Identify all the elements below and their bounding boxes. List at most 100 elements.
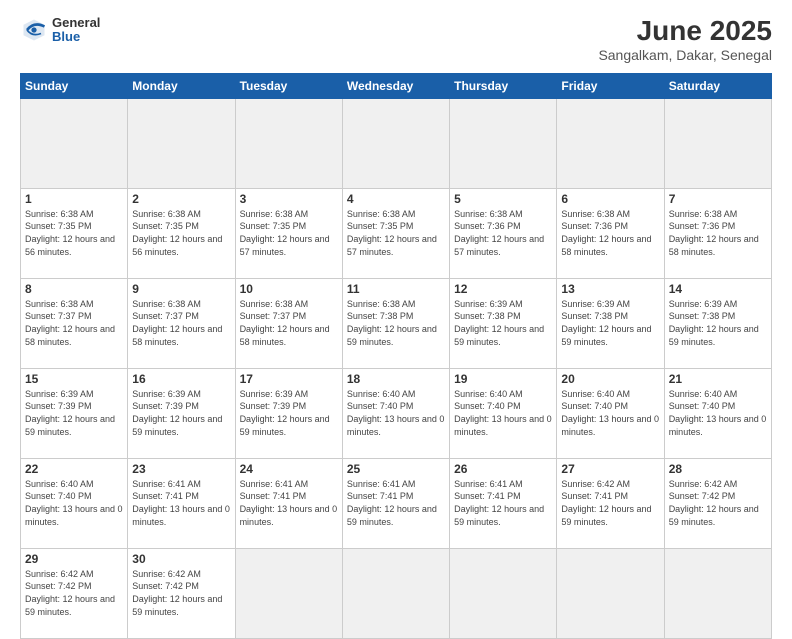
day-info: Sunrise: 6:40 AMSunset: 7:40 PMDaylight:… [669,389,767,437]
day-number: 12 [454,282,552,296]
table-row [450,98,557,188]
table-row: 22 Sunrise: 6:40 AMSunset: 7:40 PMDaylig… [21,458,128,548]
day-info: Sunrise: 6:39 AMSunset: 7:38 PMDaylight:… [561,299,651,347]
table-row: 20 Sunrise: 6:40 AMSunset: 7:40 PMDaylig… [557,368,664,458]
table-row: 25 Sunrise: 6:41 AMSunset: 7:41 PMDaylig… [342,458,449,548]
day-number: 10 [240,282,338,296]
day-number: 14 [669,282,767,296]
table-row: 16 Sunrise: 6:39 AMSunset: 7:39 PMDaylig… [128,368,235,458]
col-friday: Friday [557,73,664,98]
table-row: 26 Sunrise: 6:41 AMSunset: 7:41 PMDaylig… [450,458,557,548]
day-info: Sunrise: 6:39 AMSunset: 7:39 PMDaylight:… [240,389,330,437]
table-row: 6 Sunrise: 6:38 AMSunset: 7:36 PMDayligh… [557,188,664,278]
day-number: 25 [347,462,445,476]
table-row: 30 Sunrise: 6:42 AMSunset: 7:42 PMDaylig… [128,548,235,638]
table-row: 1 Sunrise: 6:38 AMSunset: 7:35 PMDayligh… [21,188,128,278]
day-info: Sunrise: 6:40 AMSunset: 7:40 PMDaylight:… [347,389,445,437]
day-number: 1 [25,192,123,206]
table-row: 28 Sunrise: 6:42 AMSunset: 7:42 PMDaylig… [664,458,771,548]
table-row [342,98,449,188]
table-row: 8 Sunrise: 6:38 AMSunset: 7:37 PMDayligh… [21,278,128,368]
day-info: Sunrise: 6:38 AMSunset: 7:36 PMDaylight:… [454,209,544,257]
day-info: Sunrise: 6:42 AMSunset: 7:42 PMDaylight:… [132,569,222,617]
day-number: 6 [561,192,659,206]
day-number: 4 [347,192,445,206]
table-row: 24 Sunrise: 6:41 AMSunset: 7:41 PMDaylig… [235,458,342,548]
title-area: June 2025 Sangalkam, Dakar, Senegal [598,16,772,63]
table-row: 19 Sunrise: 6:40 AMSunset: 7:40 PMDaylig… [450,368,557,458]
table-row [664,98,771,188]
table-row: 21 Sunrise: 6:40 AMSunset: 7:40 PMDaylig… [664,368,771,458]
day-info: Sunrise: 6:39 AMSunset: 7:38 PMDaylight:… [669,299,759,347]
day-number: 21 [669,372,767,386]
logo-general: General [52,16,100,30]
day-info: Sunrise: 6:38 AMSunset: 7:38 PMDaylight:… [347,299,437,347]
calendar-week-row: 1 Sunrise: 6:38 AMSunset: 7:35 PMDayligh… [21,188,772,278]
table-row [342,548,449,638]
col-sunday: Sunday [21,73,128,98]
day-info: Sunrise: 6:41 AMSunset: 7:41 PMDaylight:… [240,479,338,527]
logo-icon [20,16,48,44]
logo-blue: Blue [52,30,100,44]
day-number: 13 [561,282,659,296]
day-info: Sunrise: 6:42 AMSunset: 7:42 PMDaylight:… [669,479,759,527]
day-number: 16 [132,372,230,386]
day-info: Sunrise: 6:40 AMSunset: 7:40 PMDaylight:… [454,389,552,437]
table-row: 5 Sunrise: 6:38 AMSunset: 7:36 PMDayligh… [450,188,557,278]
table-row: 7 Sunrise: 6:38 AMSunset: 7:36 PMDayligh… [664,188,771,278]
table-row: 23 Sunrise: 6:41 AMSunset: 7:41 PMDaylig… [128,458,235,548]
day-number: 5 [454,192,552,206]
table-row: 13 Sunrise: 6:39 AMSunset: 7:38 PMDaylig… [557,278,664,368]
day-info: Sunrise: 6:40 AMSunset: 7:40 PMDaylight:… [561,389,659,437]
day-info: Sunrise: 6:42 AMSunset: 7:42 PMDaylight:… [25,569,115,617]
table-row [450,548,557,638]
day-number: 11 [347,282,445,296]
day-info: Sunrise: 6:38 AMSunset: 7:35 PMDaylight:… [25,209,115,257]
day-number: 29 [25,552,123,566]
table-row [664,548,771,638]
table-row: 15 Sunrise: 6:39 AMSunset: 7:39 PMDaylig… [21,368,128,458]
table-row [557,98,664,188]
day-number: 22 [25,462,123,476]
day-info: Sunrise: 6:38 AMSunset: 7:36 PMDaylight:… [669,209,759,257]
day-number: 9 [132,282,230,296]
table-row: 3 Sunrise: 6:38 AMSunset: 7:35 PMDayligh… [235,188,342,278]
calendar-week-row: 29 Sunrise: 6:42 AMSunset: 7:42 PMDaylig… [21,548,772,638]
day-info: Sunrise: 6:39 AMSunset: 7:39 PMDaylight:… [25,389,115,437]
col-tuesday: Tuesday [235,73,342,98]
table-row: 10 Sunrise: 6:38 AMSunset: 7:37 PMDaylig… [235,278,342,368]
day-info: Sunrise: 6:39 AMSunset: 7:38 PMDaylight:… [454,299,544,347]
day-info: Sunrise: 6:41 AMSunset: 7:41 PMDaylight:… [454,479,544,527]
table-row: 29 Sunrise: 6:42 AMSunset: 7:42 PMDaylig… [21,548,128,638]
table-row: 2 Sunrise: 6:38 AMSunset: 7:35 PMDayligh… [128,188,235,278]
day-number: 30 [132,552,230,566]
table-row: 27 Sunrise: 6:42 AMSunset: 7:41 PMDaylig… [557,458,664,548]
day-number: 26 [454,462,552,476]
calendar-title: June 2025 [598,16,772,47]
day-info: Sunrise: 6:38 AMSunset: 7:37 PMDaylight:… [25,299,115,347]
calendar-table: Sunday Monday Tuesday Wednesday Thursday… [20,73,772,639]
logo: General Blue [20,16,100,45]
day-number: 15 [25,372,123,386]
day-info: Sunrise: 6:40 AMSunset: 7:40 PMDaylight:… [25,479,123,527]
col-monday: Monday [128,73,235,98]
col-saturday: Saturday [664,73,771,98]
day-info: Sunrise: 6:38 AMSunset: 7:36 PMDaylight:… [561,209,651,257]
calendar-week-row: 22 Sunrise: 6:40 AMSunset: 7:40 PMDaylig… [21,458,772,548]
calendar-week-row [21,98,772,188]
table-row: 9 Sunrise: 6:38 AMSunset: 7:37 PMDayligh… [128,278,235,368]
day-number: 18 [347,372,445,386]
table-row [557,548,664,638]
day-number: 20 [561,372,659,386]
calendar-header-row: Sunday Monday Tuesday Wednesday Thursday… [21,73,772,98]
day-info: Sunrise: 6:38 AMSunset: 7:37 PMDaylight:… [240,299,330,347]
table-row: 4 Sunrise: 6:38 AMSunset: 7:35 PMDayligh… [342,188,449,278]
header: General Blue June 2025 Sangalkam, Dakar,… [20,16,772,63]
day-number: 3 [240,192,338,206]
day-number: 23 [132,462,230,476]
day-number: 27 [561,462,659,476]
day-info: Sunrise: 6:39 AMSunset: 7:39 PMDaylight:… [132,389,222,437]
day-number: 19 [454,372,552,386]
table-row: 12 Sunrise: 6:39 AMSunset: 7:38 PMDaylig… [450,278,557,368]
calendar-week-row: 8 Sunrise: 6:38 AMSunset: 7:37 PMDayligh… [21,278,772,368]
